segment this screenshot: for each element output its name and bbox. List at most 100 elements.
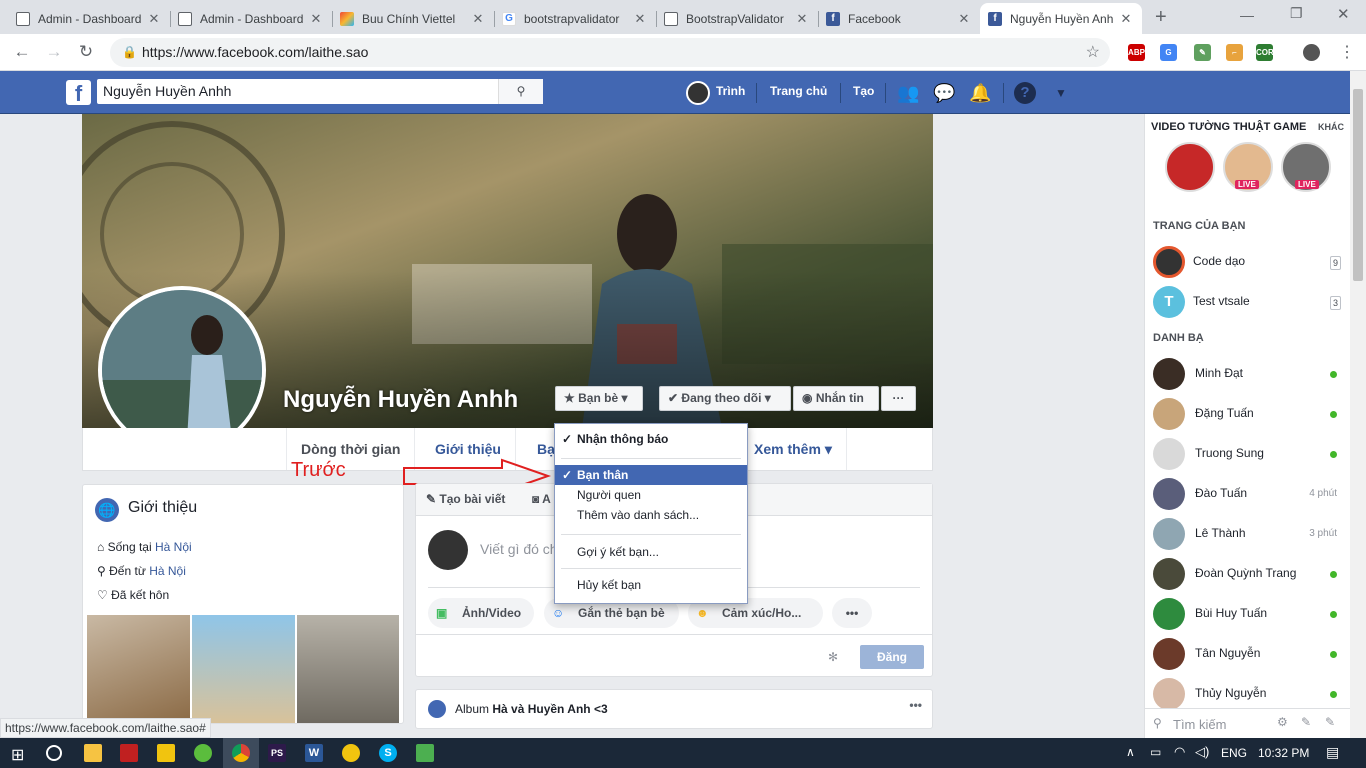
menu-item-get-notifications[interactable]: ✓ Nhận thông báo: [555, 429, 747, 449]
browser-tab[interactable]: Admin - Dashboard ✕: [170, 3, 332, 34]
contact-item[interactable]: Đoàn Quỳnh Trang: [1145, 554, 1351, 594]
translate-extension-icon[interactable]: G: [1160, 44, 1177, 61]
close-icon[interactable]: ✕: [1118, 11, 1134, 27]
tab-photo[interactable]: ◙ A: [532, 492, 551, 506]
menu-item-close-friends[interactable]: ✓ Bạn thân: [555, 465, 747, 485]
profile-avatar[interactable]: [1303, 44, 1320, 61]
app-icon[interactable]: [194, 744, 212, 762]
tab-create-post[interactable]: ✎ Tạo bài viết: [426, 492, 505, 506]
contact-item[interactable]: Đặng Tuấn: [1145, 394, 1351, 434]
cortana-icon[interactable]: [46, 745, 62, 761]
contact-item[interactable]: Bùi Huy Tuấn: [1145, 594, 1351, 634]
browser-tab[interactable]: Buu Chính Viettel ✕: [332, 3, 494, 34]
notifications-icon[interactable]: 🔔: [969, 82, 991, 104]
contact-item[interactable]: Tân Nguyễn: [1145, 634, 1351, 674]
minimize-icon[interactable]: —: [1240, 7, 1254, 23]
windows-start-icon[interactable]: ⊞: [11, 745, 24, 765]
sticky-notes-icon[interactable]: [157, 744, 175, 762]
create-link[interactable]: Tạo: [853, 84, 874, 98]
maximize-icon[interactable]: ❐: [1290, 5, 1303, 22]
more-options-icon[interactable]: •••: [909, 698, 922, 712]
following-button[interactable]: ✔ Đang theo dõi ▾: [659, 386, 791, 411]
new-tab-icon[interactable]: +: [1155, 6, 1167, 29]
close-icon[interactable]: ✕: [308, 11, 324, 27]
photo-thumbnail[interactable]: [297, 615, 399, 723]
help-icon[interactable]: ?: [1014, 82, 1036, 104]
tool-extension-icon[interactable]: ⌐: [1226, 44, 1243, 61]
chevron-down-icon[interactable]: ▼: [1050, 82, 1072, 104]
more-options-button[interactable]: ···: [881, 386, 916, 411]
profile-link[interactable]: Trình: [716, 84, 745, 98]
settings-gear-icon[interactable]: ✻: [828, 650, 838, 664]
post-input[interactable]: Viết gì đó ch: [480, 541, 558, 557]
messenger-icon[interactable]: 💬: [933, 82, 955, 104]
menu-icon[interactable]: ⋮: [1339, 42, 1355, 62]
browser-tab[interactable]: G bootstrapvalidator ✕: [494, 3, 656, 34]
bookmark-star-icon[interactable]: ☆: [1086, 38, 1100, 67]
reload-icon[interactable]: ↻: [76, 42, 96, 62]
browser-tab[interactable]: f Facebook ✕: [818, 3, 980, 34]
search-icon[interactable]: ⚲: [498, 79, 543, 104]
search-input[interactable]: Nguyễn Huyền Anhh: [97, 79, 543, 104]
taskbar-active-item[interactable]: [223, 738, 259, 768]
wifi-icon[interactable]: ◠: [1174, 744, 1185, 760]
new-group-icon[interactable]: ✎: [1325, 715, 1335, 729]
album-title[interactable]: Album Hà và Huyền Anh <3: [455, 702, 608, 716]
file-explorer-icon[interactable]: [84, 744, 102, 762]
contact-item[interactable]: Lê Thành 3 phút: [1145, 514, 1351, 554]
close-window-icon[interactable]: ✕: [1337, 5, 1350, 23]
menu-item-unfriend[interactable]: Hủy kết bạn: [555, 575, 747, 595]
word-icon[interactable]: W: [305, 744, 323, 762]
close-icon[interactable]: ✕: [146, 11, 162, 27]
phpstorm-icon[interactable]: PS: [268, 744, 286, 762]
back-icon[interactable]: ←: [12, 42, 32, 62]
close-icon[interactable]: ✕: [632, 11, 648, 27]
adblock-extension-icon[interactable]: ABP: [1128, 44, 1145, 61]
close-icon[interactable]: ✕: [470, 11, 486, 27]
volume-icon[interactable]: ◁): [1195, 744, 1209, 760]
tab-more[interactable]: Xem thêm ▾: [739, 428, 847, 470]
user-avatar[interactable]: [686, 81, 710, 105]
browser-tab[interactable]: BootstrapValidator ✕: [656, 3, 818, 34]
post-button[interactable]: Đăng: [860, 645, 924, 669]
app-icon[interactable]: [120, 744, 138, 762]
clock[interactable]: 10:32 PM: [1258, 746, 1309, 760]
live-video-avatar[interactable]: [1165, 142, 1215, 192]
menu-item-suggest-friends[interactable]: Gợi ý kết bạn...: [555, 542, 747, 562]
home-link[interactable]: Trang chủ: [770, 84, 827, 98]
forward-icon[interactable]: →: [44, 42, 64, 62]
contact-item[interactable]: Đào Tuấn 4 phút: [1145, 474, 1351, 514]
language-indicator[interactable]: ENG: [1221, 746, 1247, 760]
chevron-up-icon[interactable]: ∧: [1126, 745, 1135, 759]
scrollbar-thumb[interactable]: [1353, 89, 1363, 281]
cors-extension-icon[interactable]: CORS: [1256, 44, 1279, 61]
message-button[interactable]: ◉ Nhắn tin: [793, 386, 879, 411]
close-icon[interactable]: ✕: [956, 11, 972, 27]
skype-icon[interactable]: S: [379, 744, 397, 762]
page-item[interactable]: Code dạo 9: [1145, 242, 1351, 282]
menu-item-add-to-list[interactable]: Thêm vào danh sách...: [555, 505, 747, 525]
contact-item[interactable]: Truong Sung: [1145, 434, 1351, 474]
lives-in-link[interactable]: Hà Nội: [155, 540, 192, 554]
menu-item-acquaintances[interactable]: Người quen: [555, 485, 747, 505]
browser-tab[interactable]: Admin - Dashboard ✕: [8, 3, 170, 34]
browser-tab-active[interactable]: f Nguyễn Huyền Anh ✕: [980, 3, 1142, 34]
notification-center-icon[interactable]: ▤: [1326, 744, 1339, 761]
photo-video-button[interactable]: ▣ Ảnh/Video: [428, 598, 534, 628]
more-options-icon[interactable]: •••: [832, 598, 872, 628]
new-message-icon[interactable]: ✎: [1301, 715, 1311, 729]
more-games-link[interactable]: KHÁC: [1318, 122, 1344, 132]
battery-icon[interactable]: ▭: [1150, 745, 1161, 759]
contact-item[interactable]: Minh Đạt: [1145, 354, 1351, 394]
url-input[interactable]: 🔒 https://www.facebook.com/laithe.sao ☆: [110, 38, 1110, 67]
page-scrollbar[interactable]: [1350, 71, 1366, 738]
close-icon[interactable]: ✕: [794, 11, 810, 27]
photo-thumbnail[interactable]: [87, 615, 190, 723]
pen-extension-icon[interactable]: ✎: [1194, 44, 1211, 61]
settings-gear-icon[interactable]: ⚙: [1277, 715, 1288, 729]
app-icon[interactable]: [416, 744, 434, 762]
sidebar-search-input[interactable]: Tìm kiếm: [1173, 717, 1226, 732]
photo-thumbnail[interactable]: [192, 615, 295, 723]
page-item[interactable]: T Test vtsale 3: [1145, 282, 1351, 322]
friends-button[interactable]: ★ Bạn bè ▾: [555, 386, 643, 411]
